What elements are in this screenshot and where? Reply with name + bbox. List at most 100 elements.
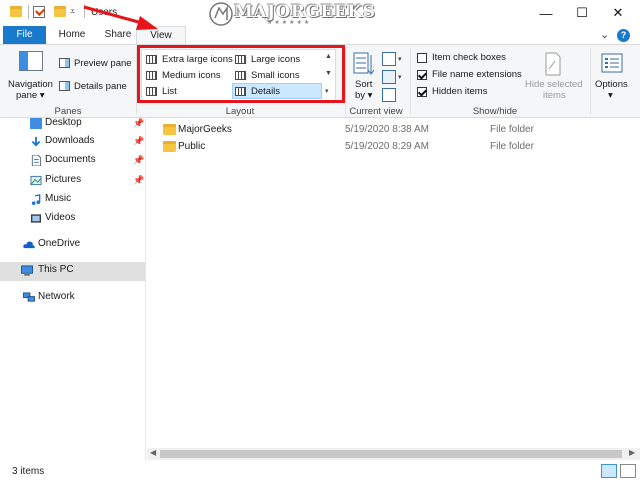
tab-file[interactable]: File [3, 26, 46, 44]
layout-medium-icons[interactable]: Medium icons [146, 68, 221, 83]
options-label[interactable]: Options [595, 79, 628, 90]
list-icon [146, 87, 157, 96]
folder-icon [163, 141, 176, 152]
documents-icon [31, 155, 42, 166]
medium-icons-label: Medium icons [162, 70, 221, 81]
sort-by-icon[interactable] [352, 51, 374, 77]
file-name-extensions-label[interactable]: File name extensions [432, 69, 522, 80]
file-name[interactable]: Public [178, 141, 205, 152]
file-name-extensions-checkbox[interactable] [417, 70, 427, 80]
nav-item-downloads[interactable]: Downloads 📌 [0, 133, 146, 151]
hide-selected-items-label-1[interactable]: Hide selected [525, 79, 583, 90]
gallery-more-icon[interactable]: ▾ [325, 87, 329, 95]
add-columns-icon[interactable] [382, 70, 396, 84]
file-type: File folder [490, 124, 534, 135]
nav-item-pictures[interactable]: Pictures 📌 [0, 172, 146, 190]
gallery-scroll-down-icon[interactable]: ▼ [325, 70, 332, 77]
nav-item-onedrive[interactable]: OneDrive [0, 236, 146, 254]
group-separator-4 [590, 48, 591, 114]
group-separator [136, 48, 137, 114]
nav-item-documents[interactable]: Documents 📌 [0, 152, 146, 170]
details-pane-button[interactable]: Details pane [74, 81, 127, 92]
tab-share[interactable]: Share [98, 26, 138, 44]
nav-item-videos[interactable]: Videos [0, 210, 146, 228]
close-button[interactable]: ✕ [600, 0, 636, 26]
options-icon[interactable] [600, 51, 624, 75]
pc-icon [21, 265, 33, 276]
hidden-items-label[interactable]: Hidden items [432, 86, 487, 97]
minimize-button[interactable]: — [528, 0, 564, 26]
ribbon-expand-icon[interactable]: ⌄ [600, 26, 609, 44]
help-icon[interactable]: ? [617, 29, 630, 42]
gallery-scroll-up-icon[interactable]: ▲ [325, 53, 332, 60]
details-view-icon [235, 87, 246, 96]
folder-icon [163, 124, 176, 135]
maximize-button[interactable]: ☐ [564, 0, 600, 26]
add-columns-dropdown-icon[interactable]: ▾ [398, 73, 402, 81]
nav-label-downloads: Downloads [45, 135, 95, 146]
group-by-dropdown-icon[interactable]: ▾ [398, 55, 402, 63]
options-dropdown-icon[interactable]: ▾ [608, 90, 613, 101]
small-icons-icon [235, 71, 246, 80]
sort-by-label-1[interactable]: Sort [355, 79, 372, 90]
file-date: 5/19/2020 8:29 AM [345, 141, 429, 152]
customize-toolbar-icon[interactable]: ⩡ [70, 6, 75, 17]
layout-group-label: Layout [225, 106, 255, 117]
preview-pane-button[interactable]: Preview pane [74, 58, 132, 69]
pin-icon[interactable]: 📌 [133, 175, 144, 186]
desktop-icon [30, 118, 42, 129]
layout-details[interactable]: Details [235, 84, 280, 99]
item-check-boxes-label[interactable]: Item check boxes [432, 52, 506, 63]
file-type: File folder [490, 141, 534, 152]
nav-label-music: Music [45, 193, 72, 204]
tab-home[interactable]: Home [52, 26, 92, 44]
scroll-left-icon[interactable]: ◀ [150, 448, 156, 457]
layout-list[interactable]: List [146, 84, 177, 99]
group-separator-3 [410, 48, 411, 114]
layout-extra-large-icons[interactable]: Extra large icons [146, 52, 233, 67]
group-by-icon[interactable] [382, 52, 396, 66]
nav-item-music[interactable]: Music [0, 191, 146, 209]
current-view-group-label: Current view [349, 106, 403, 117]
extra-large-icons-icon [146, 55, 157, 64]
preview-pane-icon[interactable] [59, 58, 70, 68]
layout-small-icons[interactable]: Small icons [235, 68, 300, 83]
navigation-pane-icon[interactable] [19, 51, 43, 71]
navigation-pane-label-2[interactable]: pane ▾ [16, 90, 45, 101]
title-divider-2 [84, 4, 85, 18]
properties-icon[interactable] [33, 6, 45, 18]
hide-selected-items-label-2[interactable]: items [543, 90, 566, 101]
file-name[interactable]: MajorGeeks [178, 124, 232, 135]
new-folder-icon[interactable] [54, 6, 66, 17]
navigation-pane-label-1[interactable]: Navigation [8, 79, 53, 90]
show-hide-group-label: Show/hide [472, 106, 518, 117]
sort-by-label-2[interactable]: by ▾ [355, 90, 372, 101]
extra-large-icons-label: Extra large icons [162, 54, 233, 65]
pin-icon[interactable]: 📌 [133, 118, 144, 129]
scrollbar-thumb[interactable] [160, 450, 622, 458]
file-date: 5/19/2020 8:38 AM [345, 124, 429, 135]
music-icon [31, 194, 41, 205]
layout-large-icons[interactable]: Large icons [235, 52, 300, 67]
pin-icon[interactable]: 📌 [133, 136, 144, 147]
onedrive-icon [23, 241, 35, 249]
details-pane-icon[interactable] [59, 81, 70, 91]
size-columns-icon[interactable] [382, 88, 396, 102]
hide-selected-items-icon[interactable] [543, 51, 563, 77]
pictures-icon [30, 175, 42, 186]
hidden-items-checkbox[interactable] [417, 87, 427, 97]
pin-icon[interactable]: 📌 [133, 155, 144, 166]
nav-label-documents: Documents [45, 154, 96, 165]
nav-item-desktop[interactable]: Desktop 📌 [0, 115, 146, 133]
medium-icons-icon [146, 71, 157, 80]
nav-item-this-pc[interactable]: This PC [0, 262, 145, 281]
tab-view[interactable]: View [136, 26, 186, 45]
details-view-button-icon[interactable] [601, 464, 617, 478]
nav-item-network[interactable]: Network [0, 289, 146, 307]
large-icons-view-button-icon[interactable] [620, 464, 636, 478]
scroll-right-icon[interactable]: ▶ [629, 448, 635, 457]
nav-label-this-pc: This PC [38, 264, 74, 275]
item-check-boxes-checkbox[interactable] [417, 53, 427, 63]
network-icon [23, 292, 35, 302]
large-icons-icon [235, 55, 246, 64]
